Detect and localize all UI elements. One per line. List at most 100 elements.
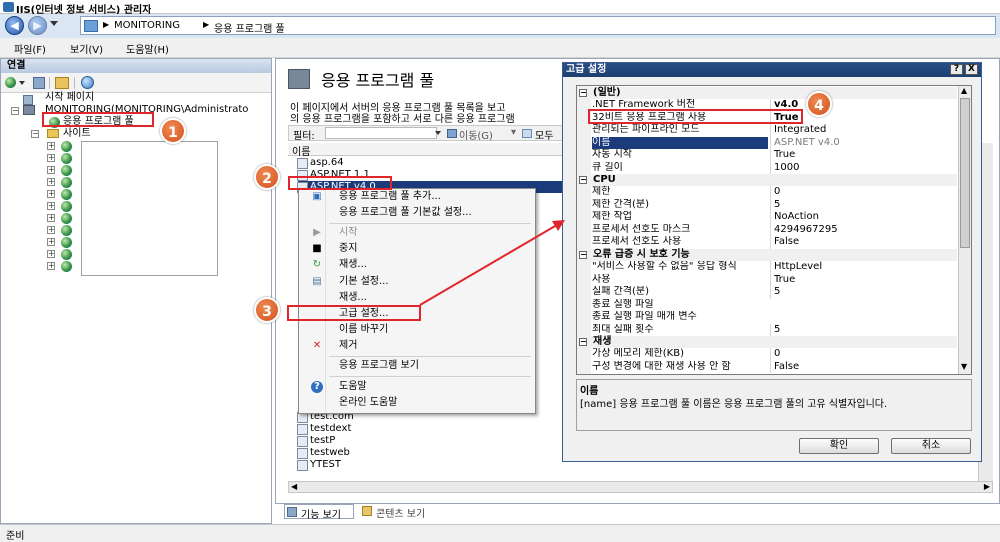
tab-features-view[interactable]: 기능 보기 [284, 504, 354, 521]
go-icon[interactable] [447, 129, 457, 138]
property-row[interactable]: 최대 실패 횟수 5 [577, 323, 957, 336]
list-item[interactable]: testweb [297, 447, 350, 459]
dialog-help-button[interactable]: ? [950, 64, 963, 75]
list-item[interactable]: YTEST [297, 459, 341, 471]
property-row[interactable]: 제한 0 [577, 186, 957, 199]
menu-file[interactable]: 파일(F) [14, 41, 46, 56]
property-row-selected[interactable]: 이름 ASP.NET v4.0 [577, 136, 957, 149]
save-icon[interactable] [33, 77, 45, 89]
breadcrumb-app-pools[interactable]: 응용 프로그램 풀 [214, 20, 285, 35]
go-button[interactable]: 이동(G) [459, 127, 493, 142]
history-dropdown-icon[interactable] [50, 21, 58, 26]
menu-rename[interactable]: 이름 바꾸기 [339, 323, 388, 337]
tree-start-page[interactable]: 시작 페이지 [45, 92, 94, 104]
site-globe-icon[interactable] [61, 201, 72, 212]
menu-online-help[interactable]: 온라인 도움말 [339, 396, 397, 410]
breadcrumb-server[interactable]: MONITORING [114, 20, 180, 31]
site-globe-icon[interactable] [61, 177, 72, 188]
menu-start[interactable]: 시작 [339, 226, 357, 240]
collapse-icon[interactable]: − [579, 338, 587, 346]
site-expand[interactable]: + [47, 190, 55, 198]
property-row[interactable]: 제한 작업 NoAction [577, 211, 957, 224]
property-row[interactable]: 큐 길이 1000 [577, 161, 957, 174]
tree-expand-server[interactable]: − [11, 107, 19, 115]
property-row[interactable]: 프로세서 선호도 사용 False [577, 236, 957, 249]
menu-set-defaults[interactable]: 응용 프로그램 풀 기본값 설정... [339, 206, 472, 220]
property-row[interactable]: 종료 실행 파일 [577, 299, 957, 312]
connect-icon[interactable] [5, 77, 16, 88]
property-row[interactable]: 가상 메모리 제한(KB) 0 [577, 348, 957, 361]
menu-recycling[interactable]: 재생... [339, 291, 367, 305]
list-item[interactable]: testP [297, 435, 335, 447]
site-expand[interactable]: + [47, 178, 55, 186]
site-expand[interactable]: + [47, 238, 55, 246]
scroll-down-icon[interactable]: ▼ [961, 362, 967, 371]
disconnect-icon[interactable] [81, 76, 94, 89]
category-general[interactable]: − (일반) [577, 87, 957, 99]
site-globe-icon[interactable] [61, 261, 72, 272]
address-bar[interactable]: ▶ MONITORING ▶ 응용 프로그램 풀 [80, 16, 996, 35]
grid-vertical-scrollbar[interactable]: ▲ ▼ [958, 86, 971, 374]
property-row[interactable]: 실패 간격(분) 5 [577, 286, 957, 299]
category-cpu[interactable]: − CPU [577, 174, 957, 186]
show-all-button[interactable]: 모두 [535, 127, 553, 142]
collapse-icon[interactable]: − [579, 176, 587, 184]
site-globe-icon[interactable] [61, 141, 72, 152]
scroll-right-icon[interactable]: ▶ [984, 482, 990, 492]
forward-button[interactable]: ▶ [28, 16, 47, 35]
menu-view-applications[interactable]: 응용 프로그램 보기 [339, 359, 419, 373]
site-globe-icon[interactable] [61, 189, 72, 200]
collapse-icon[interactable]: − [579, 251, 587, 259]
property-row[interactable]: 프로세서 선호도 마스크 4294967295 [577, 223, 957, 236]
menu-help[interactable]: 도움말 [339, 380, 367, 394]
site-globe-icon[interactable] [61, 213, 72, 224]
property-row[interactable]: 종료 실행 파일 매개 변수 [577, 311, 957, 324]
site-expand[interactable]: + [47, 214, 55, 222]
scroll-left-icon[interactable]: ◀ [291, 482, 297, 492]
connect-dropdown-icon[interactable] [19, 81, 25, 85]
collapse-icon[interactable]: − [579, 89, 587, 97]
menu-basic-settings[interactable]: 기본 설정... [339, 275, 389, 289]
scroll-thumb[interactable] [960, 98, 970, 248]
menu-add-app-pool[interactable]: 응용 프로그램 풀 추가... [339, 190, 441, 204]
filter-dropdown-icon[interactable] [435, 131, 441, 135]
site-expand[interactable]: + [47, 202, 55, 210]
go-dropdown-icon[interactable]: ▾ [511, 127, 516, 138]
scroll-up-icon[interactable]: ▲ [961, 86, 967, 95]
menu-help[interactable]: 도움말(H) [126, 41, 169, 56]
show-all-icon[interactable] [522, 129, 532, 138]
site-globe-icon[interactable] [61, 165, 72, 176]
list-horizontal-scrollbar[interactable]: ◀ ▶ [288, 481, 993, 493]
category-recycling[interactable]: − 재생 [577, 336, 957, 348]
site-expand[interactable]: + [47, 154, 55, 162]
filter-input[interactable] [325, 127, 437, 139]
tree-sites[interactable]: 사이트 [63, 128, 91, 140]
site-expand[interactable]: + [47, 142, 55, 150]
site-expand[interactable]: + [47, 226, 55, 234]
site-expand[interactable]: + [47, 250, 55, 258]
site-globe-icon[interactable] [61, 153, 72, 164]
menu-remove[interactable]: 제거 [339, 339, 357, 353]
menu-recycle[interactable]: 재생... [339, 258, 367, 272]
column-name-header[interactable]: 이름 [292, 143, 310, 158]
property-row[interactable]: "서비스 사용할 수 없음" 응답 형식 HttpLevel [577, 261, 957, 274]
property-row[interactable]: 자동 시작 True [577, 149, 957, 162]
site-expand[interactable]: + [47, 262, 55, 270]
site-globe-icon[interactable] [61, 225, 72, 236]
category-rapid-fail-protection[interactable]: − 오류 급증 시 보호 기능 [577, 249, 957, 261]
back-button[interactable]: ◀ [5, 16, 24, 35]
tab-content-view[interactable]: 콘텐츠 보기 [360, 504, 440, 520]
up-folder-icon[interactable] [55, 77, 69, 89]
ok-button[interactable]: 확인 [799, 438, 879, 454]
menu-view[interactable]: 보기(V) [70, 41, 103, 56]
tree-expand-sites[interactable]: − [31, 130, 39, 138]
property-row[interactable]: 구성 변경에 대한 재생 사용 안 함 False [577, 360, 957, 373]
site-globe-icon[interactable] [61, 237, 72, 248]
dialog-close-button[interactable]: X [965, 64, 978, 75]
cancel-button[interactable]: 취소 [891, 438, 971, 454]
property-row[interactable]: 제한 간격(분) 5 [577, 198, 957, 211]
list-item[interactable]: asp.64 [297, 157, 344, 169]
site-globe-icon[interactable] [61, 249, 72, 260]
menu-stop[interactable]: 중지 [339, 242, 357, 256]
property-row[interactable]: 사용 True [577, 273, 957, 286]
